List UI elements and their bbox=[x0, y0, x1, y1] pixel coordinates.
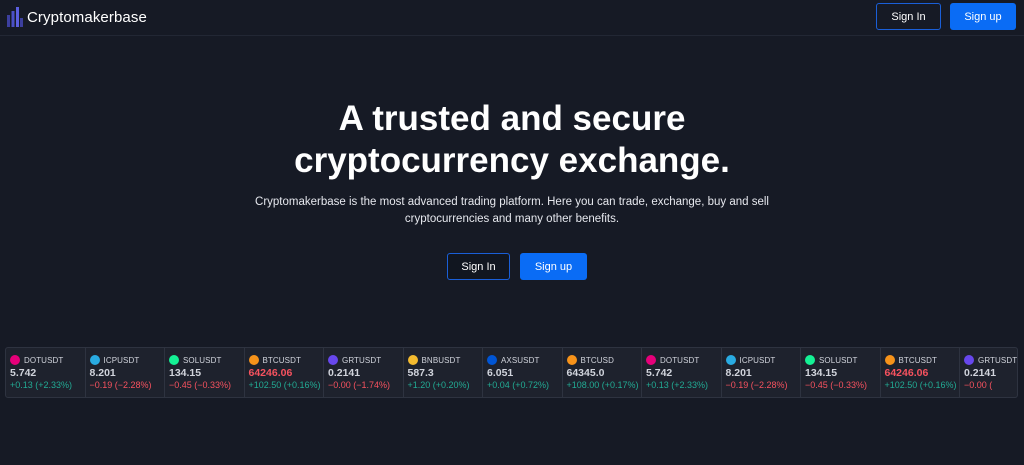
ticker-item-header: BNBUSDT bbox=[407, 354, 483, 366]
ticker-item-header: BTCUSDT bbox=[248, 354, 324, 366]
ticker-symbol: BTCUSDT bbox=[262, 355, 301, 365]
ticker-item-header: SOLUSDT bbox=[169, 354, 244, 366]
price-ticker-tape[interactable]: DOTUSDT 5.742 +0.13 (+2.33%) ICPUSDT 8.201 −0… bbox=[5, 347, 1018, 398]
axie-icon bbox=[487, 355, 497, 365]
ticker-price: 64246.06 bbox=[248, 367, 293, 379]
ticker-price: 8.201 bbox=[89, 367, 116, 379]
brand-logo-icon bbox=[7, 7, 23, 27]
ticker-symbol: SOLUSDT bbox=[819, 355, 858, 365]
ticker-item-header: SOLUSDT bbox=[805, 354, 880, 366]
graph-icon bbox=[964, 355, 974, 365]
hero-title-line-1: A trusted and secure bbox=[338, 99, 686, 138]
ticker-change: −0.19 (−2.28%) bbox=[89, 380, 152, 390]
ticker-item[interactable]: GRTUSDT 0.2141 −0.00 ( bbox=[960, 348, 1018, 397]
ticker-price: 0.2141 bbox=[328, 367, 361, 379]
ticker-symbol: SOLUSDT bbox=[183, 355, 222, 365]
ticker-change: +1.20 (+0.20%) bbox=[407, 380, 470, 390]
ticker-price: 5.742 bbox=[10, 367, 37, 379]
top-navbar: Cryptomakerbase Sign In Sign up bbox=[0, 0, 1024, 36]
ticker-item-header: AXSUSDT bbox=[487, 354, 562, 366]
ticker-item[interactable]: ICPUSDT 8.201 −0.19 (−2.28%) bbox=[722, 348, 801, 397]
header-sign-in-button[interactable]: Sign In bbox=[876, 3, 941, 30]
ticker-price: 134.15 bbox=[805, 367, 838, 379]
ticker-change: −0.19 (−2.28%) bbox=[725, 380, 788, 390]
ticker-item-header: ICPUSDT bbox=[89, 354, 165, 366]
brand-logo-link[interactable]: Cryptomakerbase bbox=[7, 6, 147, 28]
hero-sign-in-button[interactable]: Sign In bbox=[447, 253, 510, 280]
ticker-change: +0.13 (+2.33%) bbox=[646, 380, 709, 390]
hero-title: A trusted and secure cryptocurrency exch… bbox=[212, 98, 812, 182]
ticker-item-header: DOTUSDT bbox=[10, 354, 85, 366]
bnb-icon bbox=[407, 355, 418, 365]
ticker-item[interactable]: DOTUSDT 5.742 +0.13 (+2.33%) bbox=[6, 348, 86, 397]
ticker-symbol: GRTUSDT bbox=[342, 355, 382, 365]
ticker-track: DOTUSDT 5.742 +0.13 (+2.33%) ICPUSDT 8.201 −0… bbox=[6, 348, 1018, 397]
ticker-item[interactable]: BTCUSDT 64246.06 +102.50 (+0.16%) bbox=[245, 348, 324, 397]
solana-icon bbox=[169, 355, 179, 365]
hero-subtitle-line-2: cryptocurrencies and many other benefits… bbox=[404, 213, 620, 225]
ticker-change: −0.00 ( bbox=[964, 380, 993, 390]
icp-icon bbox=[89, 355, 100, 365]
ticker-price: 0.2141 bbox=[964, 367, 997, 379]
ticker-price: 8.201 bbox=[725, 367, 752, 379]
ticker-item[interactable]: ICPUSDT 8.201 −0.19 (−2.28%) bbox=[86, 348, 165, 397]
ticker-price: 587.3 bbox=[407, 367, 434, 379]
ticker-item[interactable]: DOTUSDT 5.742 +0.13 (+2.33%) bbox=[642, 348, 722, 397]
ticker-change: +102.50 (+0.16%) bbox=[248, 380, 321, 390]
ticker-item-header: GRTUSDT bbox=[964, 354, 1018, 366]
ticker-item-header: GRTUSDT bbox=[328, 354, 403, 366]
polkadot-icon bbox=[646, 355, 656, 365]
ticker-symbol: ICPUSDT bbox=[739, 355, 776, 365]
ticker-item-header: BTCUSD bbox=[566, 354, 642, 366]
ticker-item-header: BTCUSDT bbox=[884, 354, 960, 366]
ticker-change: +0.13 (+2.33%) bbox=[10, 380, 73, 390]
ticker-item[interactable]: GRTUSDT 0.2141 −0.00 (−1.74%) bbox=[324, 348, 404, 397]
ticker-item-header: DOTUSDT bbox=[646, 354, 721, 366]
ticker-change: −0.45 (−0.33%) bbox=[169, 380, 232, 390]
ticker-symbol: BTCUSDT bbox=[898, 355, 937, 365]
ticker-symbol: DOTUSDT bbox=[660, 355, 700, 365]
ticker-item[interactable]: BNBUSDT 587.3 +1.20 (+0.20%) bbox=[404, 348, 483, 397]
ticker-price: 64246.06 bbox=[884, 367, 929, 379]
hero-subtitle: Cryptomakerbase is the most advanced tra… bbox=[232, 194, 792, 228]
ticker-price: 134.15 bbox=[169, 367, 202, 379]
ticker-change: +108.00 (+0.17%) bbox=[566, 380, 639, 390]
bitcoin-icon bbox=[884, 355, 895, 365]
bitcoin-icon bbox=[248, 355, 259, 365]
ticker-price: 5.742 bbox=[646, 367, 673, 379]
ticker-item-header: ICPUSDT bbox=[725, 354, 801, 366]
hero-title-line-2: cryptocurrency exchange. bbox=[294, 141, 730, 180]
polkadot-icon bbox=[10, 355, 20, 365]
solana-icon bbox=[805, 355, 815, 365]
graph-icon bbox=[328, 355, 338, 365]
brand-name: Cryptomakerbase bbox=[27, 8, 147, 26]
ticker-symbol: AXSUSDT bbox=[501, 355, 540, 365]
ticker-change: −0.00 (−1.74%) bbox=[328, 380, 391, 390]
ticker-item[interactable]: SOLUSDT 134.15 −0.45 (−0.33%) bbox=[165, 348, 245, 397]
header-sign-up-button[interactable]: Sign up bbox=[950, 3, 1016, 30]
hero-subtitle-line-1: Cryptomakerbase is the most advanced tra… bbox=[255, 196, 769, 208]
ticker-symbol: BNBUSDT bbox=[421, 355, 461, 365]
ticker-item[interactable]: AXSUSDT 6.051 +0.04 (+0.72%) bbox=[483, 348, 563, 397]
ticker-item[interactable]: BTCUSDT 64246.06 +102.50 (+0.16%) bbox=[881, 348, 960, 397]
icp-icon bbox=[725, 355, 736, 365]
ticker-price: 6.051 bbox=[487, 367, 514, 379]
ticker-change: +0.04 (+0.72%) bbox=[487, 380, 550, 390]
ticker-symbol: DOTUSDT bbox=[24, 355, 64, 365]
ticker-item[interactable]: BTCUSD 64345.0 +108.00 (+0.17%) bbox=[563, 348, 642, 397]
ticker-symbol: ICPUSDT bbox=[103, 355, 140, 365]
ticker-symbol: BTCUSD bbox=[580, 355, 614, 365]
bitcoin-icon bbox=[566, 355, 577, 365]
ticker-change: −0.45 (−0.33%) bbox=[805, 380, 868, 390]
ticker-item[interactable]: SOLUSDT 134.15 −0.45 (−0.33%) bbox=[801, 348, 881, 397]
ticker-change: +102.50 (+0.16%) bbox=[884, 380, 957, 390]
hero-sign-up-button[interactable]: Sign up bbox=[520, 253, 587, 280]
ticker-symbol: GRTUSDT bbox=[978, 355, 1018, 365]
ticker-price: 64345.0 bbox=[566, 367, 605, 379]
